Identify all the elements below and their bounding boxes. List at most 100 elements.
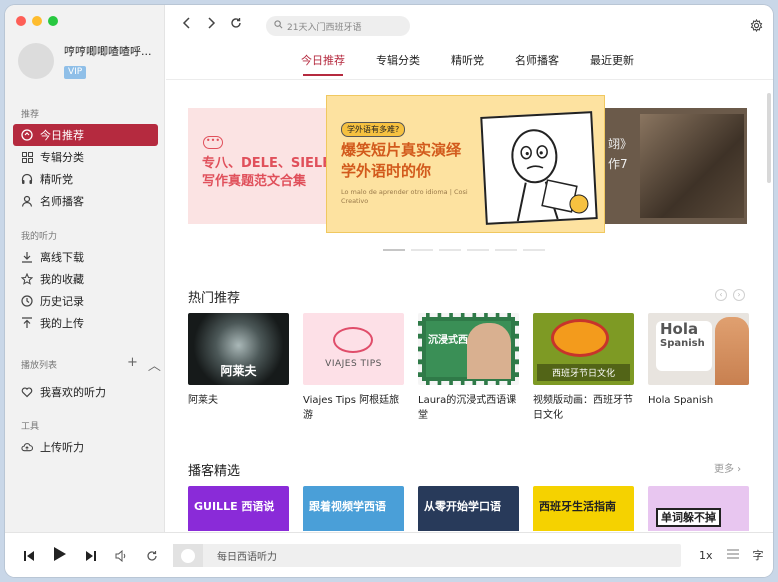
user-profile[interactable]: 哼哼唧唧喳喳呼... VIP (18, 43, 152, 79)
cloud-upload-icon (21, 441, 33, 453)
star-icon (21, 273, 33, 285)
tab-podcasts[interactable]: 名师播客 (515, 52, 559, 74)
scrollbar[interactable] (767, 93, 771, 183)
sidebar-item-label: 离线下载 (40, 251, 84, 264)
sidebar-item-label: 我的收藏 (40, 273, 84, 286)
tab-today[interactable]: 今日推荐 (301, 52, 345, 76)
back-arrow-icon[interactable] (182, 17, 192, 33)
sidebar-item-favorites[interactable]: 我的收藏 (13, 268, 158, 290)
section-title-playlist: 播放列表 (21, 361, 58, 371)
clock-icon (21, 295, 33, 307)
zoom-window-button[interactable] (48, 16, 58, 26)
close-window-button[interactable] (16, 16, 26, 26)
previous-track-icon[interactable] (23, 547, 35, 566)
banner-title-line1: 爆笑短片真实演绎 (341, 141, 462, 159)
cover-label: 单词躲不掉 (656, 508, 721, 527)
album-card[interactable]: VIAJES TIPS Viajes Tips 阿根廷旅游 (303, 313, 404, 423)
cover-label: 从零开始学口语 (424, 500, 501, 513)
subtitles-button[interactable]: 字 (753, 547, 764, 563)
forward-arrow-icon[interactable] (206, 17, 216, 33)
refresh-icon[interactable] (230, 17, 242, 33)
carousel-dot[interactable] (439, 249, 461, 251)
carousel-dot[interactable] (523, 249, 545, 251)
prev-page-icon[interactable]: ‹ (715, 289, 727, 301)
sidebar-item-uploads[interactable]: 我的上传 (13, 312, 158, 334)
album-cover: Hola Spanish (648, 313, 749, 385)
sidebar-item-upload-listening[interactable]: 上传听力 (13, 436, 158, 458)
cover-label: GUILLE 西语说 (194, 500, 275, 513)
podcast-cards: GUILLE 西语说 跟着视频学西语 从零开始学口语 西班牙生活指南 单词躲不掉 (188, 486, 749, 531)
collapse-playlist-button[interactable]: ︿ (148, 355, 161, 374)
more-link[interactable]: 更多 › (714, 460, 741, 475)
podcast-card[interactable]: 西班牙生活指南 (533, 486, 634, 531)
sidebar-item-categories[interactable]: 专辑分类 (13, 146, 158, 168)
sidebar-item-history[interactable]: 历史记录 (13, 290, 158, 312)
podcast-section-title: 播客精选 (188, 464, 241, 479)
cover-label: 西班牙节日文化 (537, 364, 630, 381)
sidebar-item-label: 精听党 (40, 173, 73, 186)
category-tabs: 今日推荐 专辑分类 精听党 名师播客 最近更新 (301, 52, 634, 76)
podcast-card[interactable]: 从零开始学口语 (418, 486, 519, 531)
sidebar-item-label: 上传听力 (40, 441, 84, 454)
podcast-cover: 跟着视频学西语 (303, 486, 404, 531)
album-card[interactable]: 西班牙节日文化 视频版动画：西班牙节日文化 (533, 313, 634, 423)
gear-icon[interactable] (750, 17, 763, 36)
cover-label: 西班牙生活指南 (539, 500, 616, 513)
hot-section-pager: ‹ › (715, 289, 745, 301)
tab-albums[interactable]: 专辑分类 (376, 52, 420, 74)
add-playlist-button[interactable]: + (127, 355, 138, 374)
album-title: Laura的沉浸式西语课堂 (418, 395, 517, 421)
player-bar: 每日西语听力 1x 字 (5, 532, 773, 577)
carousel-dot[interactable] (383, 249, 405, 251)
search-input[interactable]: 21天入门西班牙语 (266, 16, 410, 36)
banner-tag: 学外语有多难? (341, 122, 406, 137)
podcast-cover: GUILLE 西语说 (188, 486, 289, 531)
repeat-icon[interactable] (146, 547, 158, 566)
sidebar-item-intensive[interactable]: 精听党 (13, 168, 158, 190)
carousel-dot[interactable] (467, 249, 489, 251)
sidebar-item-label: 今日推荐 (40, 129, 84, 142)
sidebar-item-label: 名师播客 (40, 195, 84, 208)
album-card[interactable]: 阿莱夫 阿莱夫 (188, 313, 289, 423)
sidebar-item-label: 我的上传 (40, 317, 84, 330)
banner-left-line1: 专八、DELE、SIELE (202, 156, 332, 171)
search-icon (274, 20, 283, 32)
carousel-dot[interactable] (411, 249, 433, 251)
banner-slide-center[interactable]: 学外语有多难? 爆笑短片真实演绎 学外语时的你 Lo malo de apren… (326, 95, 605, 233)
carousel-dot[interactable] (495, 249, 517, 251)
plane-logo-icon (333, 327, 373, 353)
minimize-window-button[interactable] (32, 16, 42, 26)
sidebar: 哼哼唧唧喳喳呼... VIP 推荐 今日推荐 专辑分类 精听党 名师播客 我的听… (5, 5, 165, 532)
playlist-queue-icon[interactable] (726, 549, 739, 562)
tab-recent[interactable]: 最近更新 (590, 52, 634, 74)
sidebar-item-today[interactable]: 今日推荐 (13, 124, 158, 146)
search-placeholder: 21天入门西班牙语 (287, 22, 362, 33)
today-icon (21, 129, 33, 141)
banner-slide-left[interactable]: ••• 专八、DELE、SIELE 写作真题范文合集 (188, 108, 338, 224)
play-icon[interactable] (53, 546, 67, 566)
carousel-dots (383, 249, 545, 251)
sidebar-item-offline[interactable]: 离线下载 (13, 246, 158, 268)
sidebar-item-label: 专辑分类 (40, 151, 84, 164)
album-card[interactable]: Hola Spanish Hola Spanish (648, 313, 749, 423)
now-playing[interactable]: 每日西语听力 (173, 544, 681, 567)
next-page-icon[interactable]: › (733, 289, 745, 301)
tab-intensive[interactable]: 精听党 (451, 52, 484, 74)
podcast-card[interactable]: 跟着视频学西语 (303, 486, 404, 531)
album-cover: 西班牙节日文化 (533, 313, 634, 385)
album-card[interactable]: 沉浸式西语课堂 Laura的沉浸式西语课堂 (418, 313, 519, 423)
grid-icon (21, 151, 33, 163)
podcast-card[interactable]: 单词躲不掉 (648, 486, 749, 531)
sidebar-item-podcasts[interactable]: 名师播客 (13, 190, 158, 212)
banner-slide-right[interactable]: 翊》 作7 (604, 108, 747, 224)
next-track-icon[interactable] (85, 547, 97, 566)
playlist-actions: + ︿ (127, 355, 161, 374)
speed-button[interactable]: 1x (699, 549, 713, 562)
banner-title-line2: 学外语时的你 (341, 162, 432, 180)
album-title: 阿莱夫 (188, 395, 218, 406)
podcast-card[interactable]: GUILLE 西语说 (188, 486, 289, 531)
username: 哼哼唧唧喳喳呼... (64, 45, 152, 58)
avatar[interactable] (18, 43, 54, 79)
volume-icon[interactable] (115, 547, 128, 566)
sidebar-item-liked[interactable]: 我喜欢的听力 (13, 381, 158, 403)
